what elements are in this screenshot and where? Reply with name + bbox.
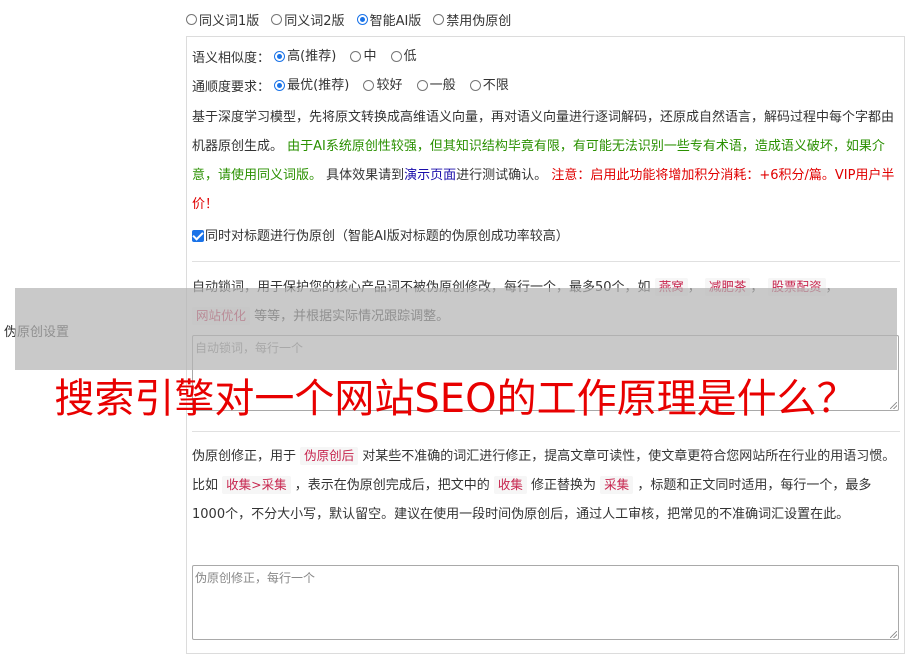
keyword-tag: 收集 (493, 476, 527, 494)
fluency-option-normal[interactable]: 一般 (416, 71, 456, 100)
similarity-option-high[interactable]: 高(推荐) (274, 42, 336, 71)
radio-icon[interactable] (433, 13, 445, 25)
settings-panel: 语义相似度： 高(推荐) 中 低 通顺度要求： 最优(推荐) 较好 一般 不限 … (186, 36, 905, 654)
radio-icon[interactable] (350, 51, 362, 62)
divider (192, 431, 900, 432)
similarity-option-medium[interactable]: 中 (350, 42, 376, 71)
radio-icon[interactable] (416, 80, 428, 91)
title-rewrite-label[interactable]: 同时对标题进行伪原创（智能AI版对标题的伪原创成功率较高） (205, 229, 569, 244)
radio-icon[interactable] (363, 80, 375, 91)
radio-selected-icon[interactable] (274, 51, 286, 62)
radio-icon[interactable] (469, 80, 481, 91)
overlay-headline: 搜索引擎对一个网站SEO的工作原理是什么？ (54, 376, 857, 422)
mode-radio-group: 同义词1版 同义词2版 智能AI版 禁用伪原创 (186, 9, 523, 29)
mode-option-ai[interactable]: 智能AI版 (356, 10, 421, 29)
correction-description: 伪原创修正，用于 伪原创后 对某些不准确的词汇进行修正，提高文章可读性，使文章更… (192, 447, 896, 522)
radio-icon[interactable] (271, 13, 283, 25)
keyword-tag: 减肥茶 (704, 278, 751, 296)
keyword-tag: 伪原创后 (300, 447, 359, 465)
keyword-tag: 收集>采集 (222, 476, 291, 494)
fluency-label: 通顺度要求： (192, 80, 271, 95)
fluency-option-good[interactable]: 较好 (363, 71, 402, 100)
similarity-option-low[interactable]: 低 (390, 42, 417, 71)
fluency-option-best[interactable]: 最优(推荐) (274, 71, 349, 100)
radio-icon[interactable] (186, 13, 197, 25)
ai-description: 基于深度学习模型，先将原文转换成高维语义向量，再对语义向量进行逐词解码，还原成自… (192, 110, 895, 212)
radio-selected-icon[interactable] (274, 80, 286, 91)
keyword-tag: 燕窝 (654, 278, 688, 296)
radio-selected-icon[interactable] (356, 13, 368, 25)
fluency-row: 通顺度要求： 最优(推荐) 较好 一般 不限 (192, 71, 521, 102)
similarity-label: 语义相似度： (192, 51, 271, 66)
divider (192, 261, 900, 262)
title-rewrite-row: 同时对标题进行伪原创（智能AI版对标题的伪原创成功率较高） (192, 222, 569, 251)
mode-option-synonym-1[interactable]: 同义词1版 (186, 10, 259, 29)
keyword-tag: 采集 (600, 476, 634, 494)
similarity-row: 语义相似度： 高(推荐) 中 低 (192, 42, 429, 73)
checkbox-checked-icon[interactable] (192, 230, 204, 242)
lock-words-description: 自动锁词，用于保护您的核心产品词不被伪原创修改，每行一个，最多50个，如 燕窝，… (192, 278, 839, 325)
fluency-option-any[interactable]: 不限 (469, 71, 509, 100)
correction-textarea[interactable]: 伪原创修正，每行一个 (192, 565, 899, 640)
keyword-tag: 股票配资 (767, 278, 826, 296)
mode-option-synonym-2[interactable]: 同义词2版 (271, 10, 345, 29)
keyword-tag: 网站优化 (192, 307, 251, 325)
radio-icon[interactable] (390, 51, 402, 62)
mode-option-disable[interactable]: 禁用伪原创 (433, 10, 511, 29)
section-label: 伪原创设置 (4, 325, 70, 340)
demo-page-link[interactable]: 演示页面 (404, 168, 456, 183)
